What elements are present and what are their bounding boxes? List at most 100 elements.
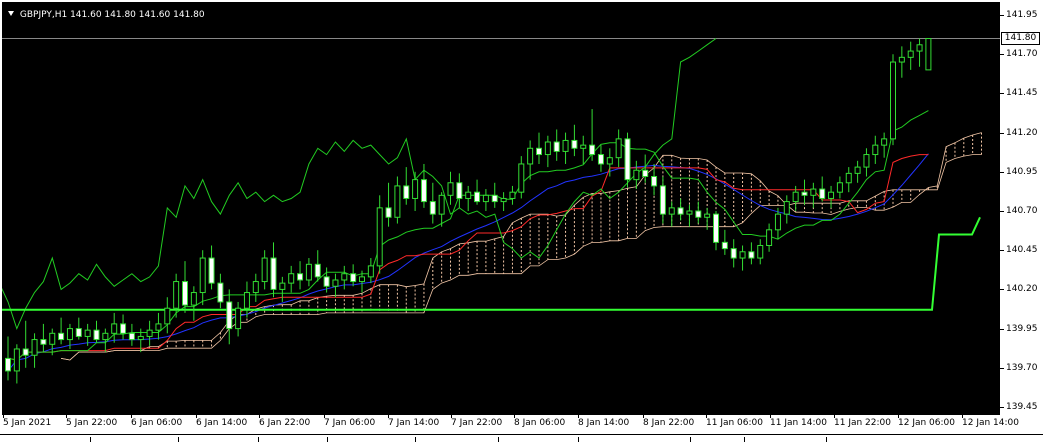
candle-body bbox=[128, 332, 135, 341]
price-label: 139.45 bbox=[1006, 402, 1038, 412]
price-tick bbox=[1000, 54, 1004, 56]
candle-body bbox=[447, 182, 454, 196]
time-label: 8 Jan 22:00 bbox=[643, 418, 695, 428]
candle-body bbox=[695, 210, 702, 218]
price-label: 141.20 bbox=[1006, 127, 1038, 138]
candle-body bbox=[845, 172, 852, 184]
bottom-tab-strip[interactable] bbox=[0, 434, 1043, 442]
candle-body bbox=[668, 207, 675, 215]
candle-body bbox=[226, 301, 233, 330]
time-label: 11 Jan 22:00 bbox=[834, 418, 891, 428]
candle-body bbox=[438, 194, 445, 215]
price-tick bbox=[1000, 367, 1004, 369]
candle-body bbox=[836, 182, 843, 193]
price-label: 140.20 bbox=[1006, 284, 1038, 295]
price-label: 141.45 bbox=[1006, 88, 1038, 99]
candle-body bbox=[491, 194, 498, 203]
candle-body bbox=[615, 138, 622, 159]
price-label: 140.95 bbox=[1006, 166, 1038, 177]
tenkan-sen-line bbox=[7, 110, 929, 361]
symbol-name: GBPJPY,H1 bbox=[19, 10, 68, 20]
candle-body bbox=[243, 292, 250, 309]
candle-body bbox=[721, 241, 728, 250]
candle-body bbox=[677, 207, 684, 215]
kijun-sen-line bbox=[7, 154, 929, 361]
candle-body bbox=[482, 194, 489, 203]
candle-body bbox=[553, 141, 560, 152]
candle-body bbox=[774, 213, 781, 231]
time-label: 5 Jan 2021 bbox=[3, 418, 52, 428]
candle-body bbox=[305, 263, 312, 281]
candle-body bbox=[49, 332, 56, 345]
candle-body bbox=[31, 339, 38, 356]
candle-body bbox=[916, 44, 923, 52]
candle-body bbox=[792, 191, 799, 203]
candle-body bbox=[518, 163, 525, 193]
candle-body bbox=[863, 154, 870, 168]
candle-body bbox=[394, 185, 401, 218]
candle-body bbox=[597, 154, 604, 165]
price-tick bbox=[1000, 328, 1004, 330]
candle-body bbox=[562, 139, 569, 152]
tab-separator bbox=[826, 437, 827, 442]
candle-body bbox=[217, 282, 224, 303]
candle-body bbox=[766, 229, 773, 246]
candle-body bbox=[93, 329, 100, 341]
candle-body bbox=[465, 191, 472, 199]
candle-body bbox=[509, 191, 516, 199]
candle-body bbox=[350, 273, 357, 283]
candle-body bbox=[527, 147, 534, 165]
time-label: 6 Jan 14:00 bbox=[196, 418, 248, 428]
candle-body bbox=[208, 257, 215, 284]
candle-body bbox=[713, 213, 719, 243]
candle-body bbox=[642, 169, 649, 178]
candle-body bbox=[279, 282, 286, 290]
time-label: 7 Jan 14:00 bbox=[388, 418, 440, 428]
candle-body bbox=[854, 166, 861, 174]
candle-body bbox=[624, 138, 631, 181]
chart-window[interactable]: GBPJPY,H1 141.60 141.80 141.60 141.80 14… bbox=[0, 0, 1043, 442]
candle-body bbox=[199, 257, 206, 294]
price-tick bbox=[1000, 407, 1004, 408]
price-label: 140.70 bbox=[1006, 206, 1038, 216]
time-label: 11 Jan 14:00 bbox=[770, 418, 827, 428]
candle-body bbox=[907, 50, 914, 58]
time-label: 12 Jan 06:00 bbox=[898, 418, 955, 428]
candle-body bbox=[801, 191, 808, 196]
candle-body bbox=[606, 157, 613, 165]
time-label: 8 Jan 14:00 bbox=[578, 418, 630, 428]
time-label: 6 Jan 06:00 bbox=[131, 418, 183, 428]
candle-body bbox=[13, 348, 20, 372]
candle-body bbox=[651, 176, 658, 187]
time-label: 7 Jan 06:00 bbox=[324, 418, 376, 428]
current-price-tag: 141.80 bbox=[1001, 32, 1040, 45]
candle-body bbox=[589, 144, 596, 156]
candle-body bbox=[898, 56, 905, 63]
candle-body bbox=[314, 263, 321, 278]
candle-body bbox=[748, 251, 755, 259]
candle-body bbox=[456, 182, 463, 199]
candle-body bbox=[182, 281, 188, 306]
candle-body bbox=[332, 279, 339, 287]
time-label: 5 Jan 22:00 bbox=[66, 418, 118, 428]
candle-body bbox=[544, 141, 551, 156]
tab-separator bbox=[258, 437, 259, 442]
price-tick bbox=[1000, 211, 1004, 212]
ohlc-values: 141.60 141.80 141.60 141.80 bbox=[70, 10, 205, 20]
candle-body bbox=[111, 323, 118, 334]
candle-body bbox=[810, 188, 817, 196]
price-label: 140.45 bbox=[1006, 245, 1038, 256]
plot-area[interactable]: GBPJPY,H1 141.60 141.80 141.60 141.80 bbox=[2, 2, 1000, 415]
candle-body bbox=[102, 332, 109, 341]
candle-body bbox=[890, 61, 896, 140]
dropdown-arrow-icon[interactable] bbox=[8, 11, 14, 16]
price-tick bbox=[1000, 15, 1004, 16]
candle-body bbox=[137, 335, 144, 341]
tab-separator bbox=[744, 437, 745, 442]
price-tick bbox=[1000, 171, 1004, 173]
chart-svg[interactable] bbox=[2, 2, 1000, 415]
price-tick bbox=[1000, 289, 1004, 291]
candle-body bbox=[704, 213, 711, 218]
time-label: 11 Jan 06:00 bbox=[706, 418, 763, 428]
candle-body bbox=[75, 328, 82, 337]
